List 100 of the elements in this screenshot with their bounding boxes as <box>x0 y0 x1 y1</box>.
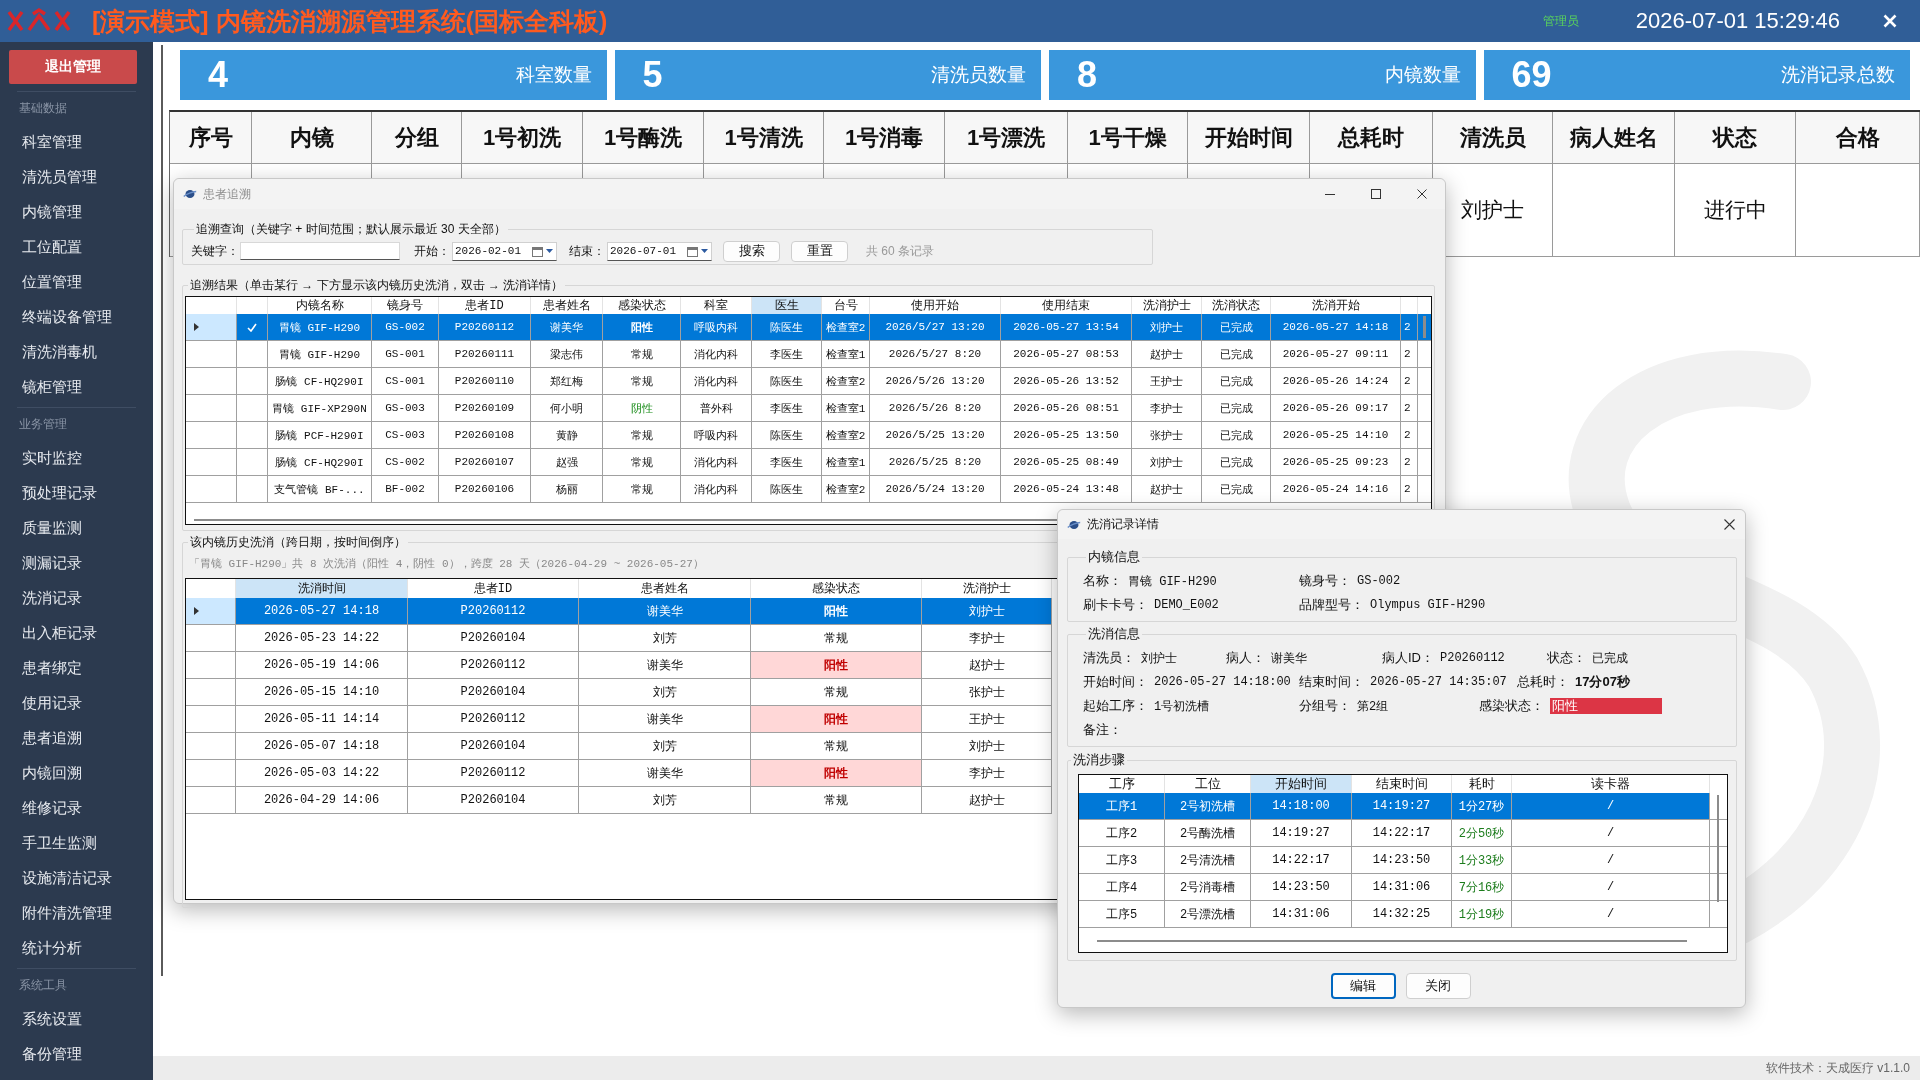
field-value: 2026-05-27 14:35:07 <box>1370 675 1507 689</box>
table-cell: 2号消毒槽 <box>1165 874 1251 900</box>
table-cell: 2026-05-25 14:10 <box>1271 422 1401 448</box>
field-label: 镜身号： <box>1299 572 1351 590</box>
dropdown-arrow-icon[interactable] <box>701 249 708 253</box>
date-field[interactable]: 2026-07-01 <box>607 241 712 261</box>
table-row[interactable]: 胃镜 GIF-H290 GS-001 P20260111 梁志伟 常规 消化内科 李医生 检查室1 2026/5/27 8:20 2026-05-27 08:53 赵护士 已完成 2026-05-27 09:11 2 <box>186 341 1431 368</box>
date-field[interactable]: 2026-02-01 <box>452 241 557 261</box>
table-row[interactable]: 2026-05-15 14:10 P20260104 刘芳 常规 张护士 <box>186 679 1052 706</box>
stat-label: 科室数量 <box>515 63 592 87</box>
status-tag: 阳性 <box>1550 698 1662 714</box>
sidebar-item[interactable]: 清洗员管理 <box>0 159 153 194</box>
minimize-icon[interactable] <box>1325 193 1335 195</box>
field-label: 病人ID： <box>1382 649 1434 667</box>
table-cell: 王护士 <box>1132 368 1202 394</box>
table-row[interactable]: 工序2 2号酶洗槽 14:19:27 14:22:17 2分50秒 / <box>1079 820 1727 847</box>
column-header[interactable]: 洗消时间 <box>236 579 408 598</box>
table-row[interactable]: 胃镜 GIF-XP290N GS-003 P20260109 何小明 阴性 普外科 李医生 检查室1 2026/5/26 8:20 2026-05-26 08:51 李护士 已完成 2026-05-26 09:17 2 <box>186 395 1431 422</box>
sidebar-item[interactable]: 清洗消毒机 <box>0 334 153 369</box>
history-summary: 「胃镜 GIF-H290」共 8 次洗消（阳性 4，阴性 0），跨度 28 天（2026-04-29 ~ 2026-05-27） <box>189 557 704 572</box>
table-cell: 2 <box>1401 314 1418 340</box>
table-cell: 陈医生 <box>752 476 822 502</box>
vertical-scrollbar[interactable] <box>1717 795 1719 902</box>
sidebar-item[interactable]: 科室管理 <box>0 124 153 159</box>
table-row[interactable]: 工序3 2号清洗槽 14:22:17 14:23:50 1分33秒 / <box>1079 847 1727 874</box>
table-row[interactable]: 支气管镜 BF-... BF-002 P20260106 杨丽 常规 消化内科 陈医生 检查室2 2026/5/24 13:20 2026-05-24 13:48 赵护士 已完成 2026-05-24 14:16 2 <box>186 476 1431 503</box>
column-header: 总耗时 <box>1310 112 1433 164</box>
record-count: 共 60 条记录 <box>866 242 934 260</box>
column-header: 序号 <box>170 112 252 164</box>
sidebar-item[interactable]: 维修记录 <box>0 790 153 825</box>
table-row[interactable]: 工序5 2号漂洗槽 14:31:06 14:32:25 1分19秒 / <box>1079 901 1727 928</box>
column-header[interactable]: 开始时间 <box>1251 775 1352 793</box>
close-icon[interactable] <box>1723 519 1735 530</box>
logout-button[interactable]: 退出管理 <box>9 50 137 84</box>
column-header[interactable]: 医生 <box>752 297 822 314</box>
table-row[interactable]: 2026-05-27 14:18 P20260112 谢美华 阳性 刘护士 <box>186 598 1052 625</box>
table-row[interactable]: 2026-05-19 14:06 P20260112 谢美华 阳性 赵护士 <box>186 652 1052 679</box>
sidebar-item[interactable]: 终端设备管理 <box>0 299 153 334</box>
field-label: 品牌型号： <box>1299 596 1364 614</box>
column-header: 清洗员 <box>1433 112 1553 164</box>
table-cell: P20260104 <box>408 733 579 759</box>
sidebar-item[interactable]: 出入柜记录 <box>0 615 153 650</box>
table-cell: 2分50秒 <box>1452 820 1512 846</box>
sidebar-item[interactable]: 质量监测 <box>0 510 153 545</box>
sidebar-item[interactable]: 使用记录 <box>0 685 153 720</box>
table-row[interactable]: 肠镜 PCF-H290I CS-003 P20260108 黄静 常规 呼吸内科 陈医生 检查室2 2026/5/25 13:20 2026-05-25 13:50 张护士 已完成 2026-05-25 14:10 2 <box>186 422 1431 449</box>
sidebar-item[interactable]: 洗消记录 <box>0 580 153 615</box>
table-cell: 2026-05-25 08:49 <box>1001 449 1132 475</box>
maximize-icon[interactable] <box>1371 189 1381 199</box>
close-button[interactable]: 关闭 <box>1405 973 1471 999</box>
table-cell: 2026-05-26 08:51 <box>1001 395 1132 421</box>
row-pointer-icon <box>194 607 199 615</box>
sidebar-item[interactable]: 手卫生监测 <box>0 825 153 860</box>
table-row[interactable]: 2026-05-23 14:22 P20260104 刘芳 常规 李护士 <box>186 625 1052 652</box>
sidebar-item[interactable]: 测漏记录 <box>0 545 153 580</box>
sidebar-item[interactable]: 镜柜管理 <box>0 369 153 404</box>
sidebar-item[interactable]: 备份管理 <box>0 1036 153 1071</box>
table-cell: 2号初洗槽 <box>1165 793 1251 819</box>
table-cell: 工序4 <box>1079 874 1165 900</box>
table-row[interactable]: 工序4 2号消毒槽 14:23:50 14:31:06 7分16秒 / <box>1079 874 1727 901</box>
table-cell: 阳性 <box>751 760 922 786</box>
sidebar-item[interactable]: 实时监控 <box>0 440 153 475</box>
credit-text: 软件技术：天成医疗 v1.1.0 <box>1765 1059 1910 1077</box>
search-button[interactable]: 搜索 <box>723 240 780 262</box>
sidebar-item[interactable]: 附件清洗管理 <box>0 895 153 930</box>
sidebar-item[interactable]: 位置管理 <box>0 264 153 299</box>
table-cell: P20260109 <box>439 395 531 421</box>
table-cell: 常规 <box>603 449 681 475</box>
table-row[interactable]: 肠镜 CF-HQ290I CS-002 P20260107 赵强 常规 消化内科 李医生 检查室1 2026/5/25 8:20 2026-05-25 08:49 刘护士 已完成 2026-05-25 09:23 2 <box>186 449 1431 476</box>
sidebar-item[interactable]: 设施清洁记录 <box>0 860 153 895</box>
column-header: 内镜 <box>252 112 372 164</box>
sidebar-item[interactable]: 患者追溯 <box>0 720 153 755</box>
table-row[interactable]: 2026-05-03 14:22 P20260112 谢美华 阳性 李护士 <box>186 760 1052 787</box>
table-cell: 检查室1 <box>822 449 870 475</box>
sidebar-item[interactable]: 工位配置 <box>0 229 153 264</box>
table-cell: 刘护士 <box>922 733 1052 759</box>
field-label: 关键字： <box>191 242 239 260</box>
table-cell: 2 <box>1401 341 1418 367</box>
table-row[interactable]: 肠镜 CF-HQ290I CS-001 P20260110 郑红梅 常规 消化内科 陈医生 检查室2 2026/5/26 13:20 2026-05-26 13:52 王护士 已完成 2026-05-26 14:24 2 <box>186 368 1431 395</box>
reset-button[interactable]: 重置 <box>791 240 848 262</box>
sidebar-item[interactable]: 系统设置 <box>0 1001 153 1036</box>
sidebar-item[interactable]: 统计分析 <box>0 930 153 965</box>
table-row[interactable]: 2026-05-07 14:18 P20260104 刘芳 常规 刘护士 <box>186 733 1052 760</box>
sidebar-item[interactable]: 内镜管理 <box>0 194 153 229</box>
sidebar-item[interactable]: 内镜回溯 <box>0 755 153 790</box>
table-row[interactable]: 2026-04-29 14:06 P20260104 刘芳 常规 赵护士 <box>186 787 1052 814</box>
keyword-field[interactable] <box>240 242 400 260</box>
dropdown-arrow-icon[interactable] <box>546 249 553 253</box>
horizontal-scrollbar[interactable] <box>1097 940 1687 942</box>
table-row[interactable]: 工序1 2号初洗槽 14:18:00 14:19:27 1分27秒 / <box>1079 793 1727 820</box>
sidebar-item[interactable]: 患者绑定 <box>0 650 153 685</box>
row-pointer-icon <box>194 323 199 331</box>
table-cell: 张护士 <box>1132 422 1202 448</box>
stat-count: 5 <box>642 54 663 96</box>
sidebar-item[interactable]: 预处理记录 <box>0 475 153 510</box>
close-icon[interactable] <box>1417 189 1427 199</box>
table-row[interactable]: 2026-05-11 14:14 P20260112 谢美华 阳性 王护士 <box>186 706 1052 733</box>
edit-button[interactable]: 编辑 <box>1330 973 1396 999</box>
table-cell: 李医生 <box>752 395 822 421</box>
table-cell: 常规 <box>751 733 922 759</box>
